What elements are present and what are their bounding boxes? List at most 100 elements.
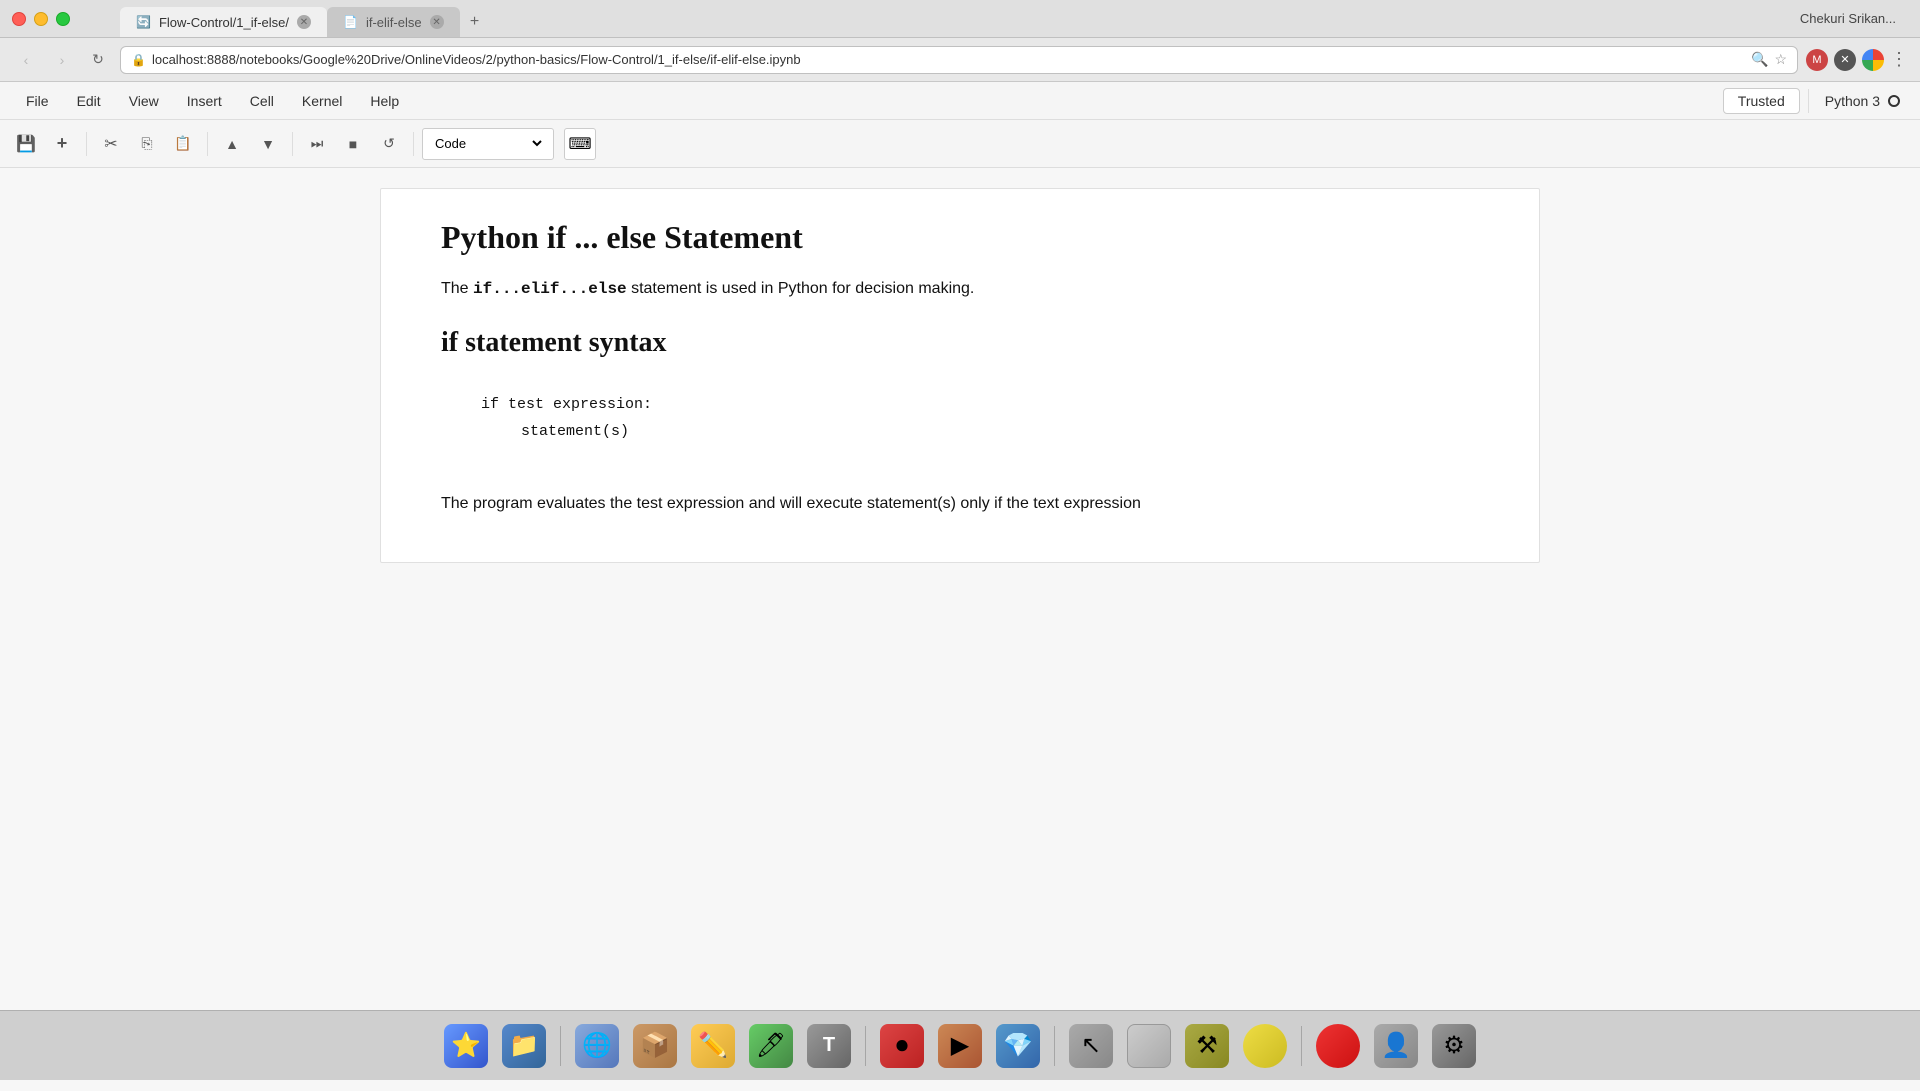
toolbar-sep-4 — [413, 132, 414, 156]
stop-button[interactable]: ■ — [337, 128, 369, 160]
notebook-cell-main: Python if ... else Statement The if...el… — [380, 188, 1540, 563]
menu-help[interactable]: Help — [356, 87, 413, 115]
restart-button[interactable]: ↺ — [373, 128, 405, 160]
close-button[interactable] — [12, 12, 26, 26]
address-bar-row: ‹ › ↻ 🔒 localhost:8888/notebooks/Google%… — [0, 38, 1920, 82]
dock-record1[interactable]: ⏺ — [876, 1020, 928, 1072]
menu-cell[interactable]: Cell — [236, 87, 288, 115]
notebook-area: Python if ... else Statement The if...el… — [0, 168, 1920, 1091]
paragraph1-bold: if...elif...else — [473, 280, 627, 298]
tab-close-flow[interactable]: ✕ — [297, 15, 311, 29]
notebook-inner: Python if ... else Statement The if...el… — [360, 188, 1560, 563]
code-block: if test expression: statement(s) — [441, 375, 1479, 461]
dock-record2[interactable] — [1312, 1020, 1364, 1072]
bookmark-icon[interactable]: ☆ — [1774, 51, 1787, 68]
dock-user[interactable]: 👤 — [1370, 1020, 1422, 1072]
menu-insert[interactable]: Insert — [173, 87, 236, 115]
edit-icon: ✏️ — [691, 1024, 735, 1068]
back-button[interactable]: ‹ — [12, 46, 40, 74]
cursor-icon: ↖ — [1069, 1024, 1113, 1068]
tab-if-elif[interactable]: 📄 if-elif-else ✕ — [327, 7, 460, 37]
paragraph1-end: statement is used in Python for decision… — [627, 280, 975, 297]
finder-icon: ⭐ — [444, 1024, 488, 1068]
menu-sep — [1808, 89, 1809, 113]
jupyter-menu-bar: File Edit View Insert Cell Kernel Help T… — [0, 82, 1920, 120]
packages-icon: 📦 — [633, 1024, 677, 1068]
dock-network[interactable]: 🌐 — [571, 1020, 623, 1072]
yellow-icon — [1243, 1024, 1287, 1068]
search-icon[interactable]: 🔍 — [1751, 51, 1768, 68]
maximize-button[interactable] — [56, 12, 70, 26]
dock-sep-1 — [560, 1026, 561, 1066]
pen-icon: 🖊 — [749, 1024, 793, 1068]
menu-kernel[interactable]: Kernel — [288, 87, 356, 115]
address-bar[interactable]: 🔒 localhost:8888/notebooks/Google%20Driv… — [120, 46, 1798, 74]
record2-icon — [1316, 1024, 1360, 1068]
paste-button[interactable]: 📋 — [167, 128, 199, 160]
new-tab-button[interactable]: + — [460, 7, 490, 37]
skip-button[interactable]: ⏭ — [301, 128, 333, 160]
dock-pen[interactable]: 🖊 — [745, 1020, 797, 1072]
files-icon: 📁 — [502, 1024, 546, 1068]
chrome-icon[interactable] — [1862, 49, 1884, 71]
toolbar-sep-2 — [207, 132, 208, 156]
move-down-button[interactable]: ▼ — [252, 128, 284, 160]
paragraph1-start: The — [441, 280, 473, 297]
lock-icon: 🔒 — [131, 53, 146, 67]
dock-finder[interactable]: ⭐ — [440, 1020, 492, 1072]
dock-whitebox[interactable] — [1123, 1020, 1175, 1072]
add-cell-button[interactable]: + — [46, 128, 78, 160]
kernel-label: Python 3 — [1825, 93, 1880, 109]
dock-cursor[interactable]: ↖ — [1065, 1020, 1117, 1072]
keyboard-shortcuts-button[interactable]: ⌨ — [564, 128, 596, 160]
tab-flow-control[interactable]: 🔄 Flow-Control/1_if-else/ ✕ — [120, 7, 327, 37]
cell-type-select[interactable]: Code Markdown Raw NBConvert Heading — [431, 135, 545, 152]
dock-settings[interactable]: ⚙ — [1428, 1020, 1480, 1072]
whitebox-icon — [1127, 1024, 1171, 1068]
address-text: localhost:8888/notebooks/Google%20Drive/… — [152, 52, 1745, 67]
mail-icon[interactable]: M — [1806, 49, 1828, 71]
menu-edit[interactable]: Edit — [63, 87, 115, 115]
paragraph2: The program evaluates the test expressio… — [441, 491, 1479, 517]
user-name: Chekuri Srikan... — [1800, 11, 1908, 26]
dock-files[interactable]: 📁 — [498, 1020, 550, 1072]
trusted-button[interactable]: Trusted — [1723, 88, 1800, 114]
playback-icon: ▶ — [938, 1024, 982, 1068]
dock-gem[interactable]: 💎 — [992, 1020, 1044, 1072]
cell-type-dropdown[interactable]: Code Markdown Raw NBConvert Heading — [422, 128, 554, 160]
minimize-button[interactable] — [34, 12, 48, 26]
gem-icon: 💎 — [996, 1024, 1040, 1068]
menu-view[interactable]: View — [115, 87, 173, 115]
menu-right-area: Trusted Python 3 — [1723, 88, 1908, 114]
close-icon-right[interactable]: ✕ — [1834, 49, 1856, 71]
browser-toolbar-right: M ✕ ⋮ — [1806, 49, 1908, 71]
toolbar-sep-1 — [86, 132, 87, 156]
dock-yellow[interactable] — [1239, 1020, 1291, 1072]
heading2: if statement syntax — [441, 327, 1479, 359]
copy-button[interactable]: ⎘ — [131, 128, 163, 160]
dock-tools[interactable]: ⚒ — [1181, 1020, 1233, 1072]
dock-packages[interactable]: 📦 — [629, 1020, 681, 1072]
dock-playback[interactable]: ▶ — [934, 1020, 986, 1072]
jupyter-container[interactable]: Python if ... else Statement The if...el… — [0, 168, 1920, 1091]
kernel-status: Python 3 — [1817, 93, 1908, 109]
traffic-lights — [12, 12, 70, 26]
forward-button[interactable]: › — [48, 46, 76, 74]
more-options-icon[interactable]: ⋮ — [1890, 49, 1908, 70]
dock-sep-3 — [1054, 1026, 1055, 1066]
jupyter-toolbar: 💾 + ✂ ⎘ 📋 ▲ ▼ ⏭ ■ ↺ Code Markdown Raw NB… — [0, 120, 1920, 168]
tab-close-elif[interactable]: ✕ — [430, 15, 444, 29]
dock-edit[interactable]: ✏️ — [687, 1020, 739, 1072]
move-up-button[interactable]: ▲ — [216, 128, 248, 160]
dock-sep-4 — [1301, 1026, 1302, 1066]
cut-button[interactable]: ✂ — [95, 128, 127, 160]
save-button[interactable]: 💾 — [10, 128, 42, 160]
dock-text[interactable]: T — [803, 1020, 855, 1072]
network-icon: 🌐 — [575, 1024, 619, 1068]
user-icon: 👤 — [1374, 1024, 1418, 1068]
menu-file[interactable]: File — [12, 87, 63, 115]
refresh-button[interactable]: ↻ — [84, 46, 112, 74]
dock-sep-2 — [865, 1026, 866, 1066]
dock-bar: ⭐ 📁 🌐 📦 ✏️ 🖊 T ⏺ ▶ 💎 ↖ ⚒ 👤 — [0, 1010, 1920, 1080]
record1-icon: ⏺ — [880, 1024, 924, 1068]
